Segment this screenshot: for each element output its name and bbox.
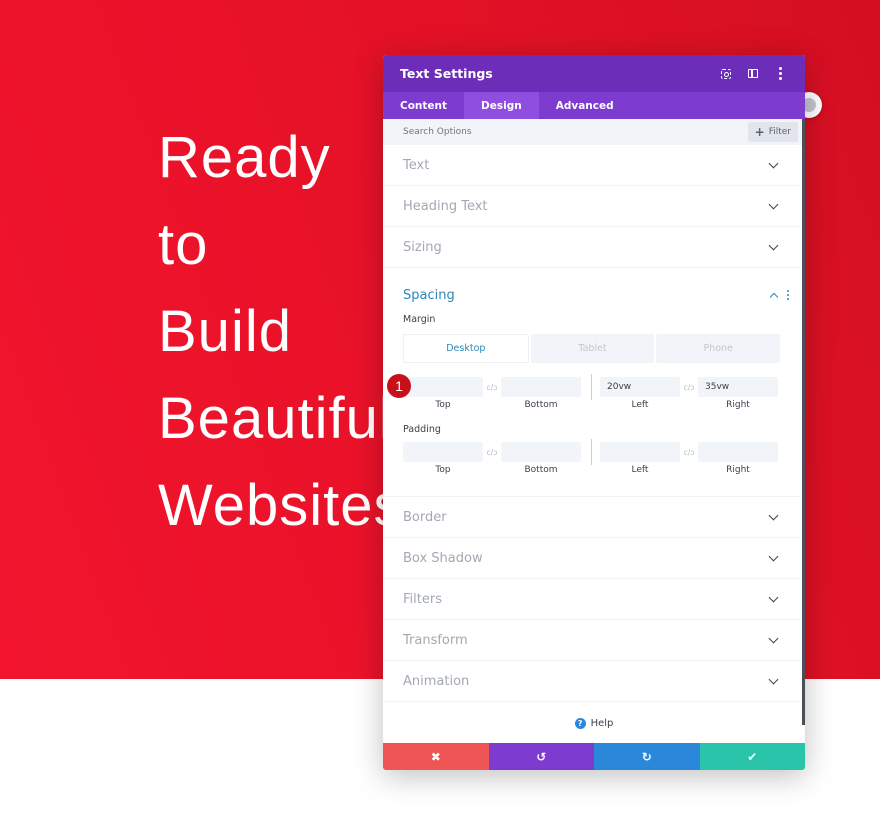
- section-label: Transform: [403, 632, 468, 648]
- section-box-shadow[interactable]: Box Shadow: [383, 538, 800, 579]
- hero-line: Websites: [158, 473, 404, 538]
- device-tab-tablet[interactable]: Tablet: [530, 334, 655, 363]
- panel-title: Text Settings: [400, 66, 493, 81]
- search-options-input[interactable]: [403, 127, 748, 137]
- save-button[interactable]: ✔: [699, 743, 805, 770]
- section-options-icon[interactable]: [786, 289, 789, 301]
- label-right: Right: [726, 400, 750, 410]
- panel-tabs: Content Design Advanced: [383, 92, 805, 119]
- chevron-down-icon: [768, 633, 779, 643]
- spacing-title: Spacing: [403, 287, 455, 303]
- undo-button[interactable]: ↺: [488, 743, 594, 770]
- section-transform[interactable]: Transform: [383, 620, 800, 661]
- divider: [591, 374, 592, 400]
- help-icon: ?: [574, 717, 586, 729]
- padding-fields: c/ɔ c/ɔ: [403, 439, 780, 465]
- link-icon[interactable]: c/ɔ: [680, 383, 698, 392]
- hero-line: Beautiful: [158, 386, 393, 451]
- more-options-icon[interactable]: [772, 66, 788, 82]
- section-label: Filters: [403, 591, 442, 607]
- chevron-down-icon: [768, 510, 779, 520]
- split-view-icon[interactable]: [745, 66, 761, 82]
- label-bottom: Bottom: [524, 465, 558, 475]
- undo-icon: ↺: [536, 749, 547, 764]
- divider: [591, 439, 592, 465]
- cancel-button[interactable]: ✖: [383, 743, 489, 770]
- chevron-up-icon[interactable]: [769, 292, 778, 302]
- filter-button[interactable]: + Filter: [747, 122, 798, 142]
- device-tabs: Desktop Tablet Phone: [403, 334, 781, 363]
- section-sizing[interactable]: Sizing: [383, 227, 800, 268]
- hero-heading: Ready to Build Beautiful Websites: [158, 114, 403, 549]
- section-animation[interactable]: Animation: [383, 661, 800, 702]
- redo-icon: ↻: [641, 749, 652, 764]
- search-row: + Filter: [383, 119, 805, 145]
- section-label: Box Shadow: [403, 550, 483, 566]
- section-filters[interactable]: Filters: [383, 579, 800, 620]
- chevron-down-icon: [768, 158, 779, 168]
- link-icon[interactable]: c/ɔ: [680, 448, 698, 457]
- margin-left-input[interactable]: [600, 377, 680, 397]
- section-text[interactable]: Text: [383, 145, 800, 186]
- spacing-header[interactable]: Spacing: [403, 282, 789, 308]
- hero-line: Ready: [158, 125, 331, 190]
- link-icon[interactable]: c/ɔ: [483, 448, 501, 457]
- label-bottom: Bottom: [524, 400, 558, 410]
- link-icon[interactable]: c/ɔ: [483, 383, 501, 392]
- text-settings-panel: Text Settings Content Design Advanced + …: [383, 55, 805, 770]
- margin-label: Margin: [403, 314, 436, 325]
- filter-label: Filter: [768, 127, 791, 137]
- label-right: Right: [726, 465, 750, 475]
- section-heading-text[interactable]: Heading Text: [383, 186, 800, 227]
- padding-left-input[interactable]: [600, 442, 680, 462]
- chevron-down-icon: [768, 674, 779, 684]
- margin-bottom-input[interactable]: [501, 377, 581, 397]
- label-top: Top: [435, 400, 451, 410]
- padding-right-input[interactable]: [698, 442, 778, 462]
- padding-top-input[interactable]: [403, 442, 483, 462]
- help-link[interactable]: ? Help: [383, 702, 805, 744]
- chevron-down-icon: [768, 240, 779, 250]
- check-icon: ✔: [747, 749, 758, 764]
- plus-icon: +: [754, 125, 765, 139]
- help-label: Help: [590, 717, 614, 729]
- margin-field-labels: Top Bottom Left Right: [403, 400, 780, 416]
- chevron-down-icon: [768, 199, 779, 209]
- tab-design[interactable]: Design: [464, 92, 539, 119]
- tab-advanced[interactable]: Advanced: [539, 92, 631, 119]
- padding-label: Padding: [403, 424, 441, 435]
- padding-field-labels: Top Bottom Left Right: [403, 465, 780, 481]
- section-label: Border: [403, 509, 447, 525]
- chevron-down-icon: [768, 592, 779, 602]
- section-label: Sizing: [403, 239, 442, 255]
- device-tab-phone[interactable]: Phone: [656, 334, 781, 363]
- section-label: Animation: [403, 673, 470, 689]
- annotation-badge: 1: [387, 374, 411, 398]
- redo-button[interactable]: ↻: [594, 743, 700, 770]
- hero-line: Build: [158, 299, 292, 364]
- margin-right-input[interactable]: [698, 377, 778, 397]
- label-left: Left: [631, 465, 649, 475]
- device-tab-desktop[interactable]: Desktop: [403, 334, 529, 363]
- section-label: Text: [403, 157, 430, 173]
- section-spacing: Spacing Margin Desktop Tablet Phone c/ɔ …: [383, 268, 800, 497]
- margin-top-input[interactable]: [403, 377, 483, 397]
- focus-icon[interactable]: [718, 66, 734, 82]
- section-label: Heading Text: [403, 198, 488, 214]
- margin-fields: c/ɔ c/ɔ: [403, 374, 780, 400]
- label-top: Top: [435, 465, 451, 475]
- padding-bottom-input[interactable]: [501, 442, 581, 462]
- panel-scrollbar[interactable]: [802, 119, 805, 725]
- panel-footer: ✖ ↺ ↻ ✔: [383, 743, 805, 770]
- label-left: Left: [631, 400, 649, 410]
- tab-content[interactable]: Content: [383, 92, 464, 119]
- close-icon: ✖: [430, 749, 441, 764]
- section-border[interactable]: Border: [383, 497, 800, 538]
- panel-header[interactable]: Text Settings: [383, 55, 805, 92]
- chevron-down-icon: [768, 551, 779, 561]
- hero-line: to: [158, 212, 209, 277]
